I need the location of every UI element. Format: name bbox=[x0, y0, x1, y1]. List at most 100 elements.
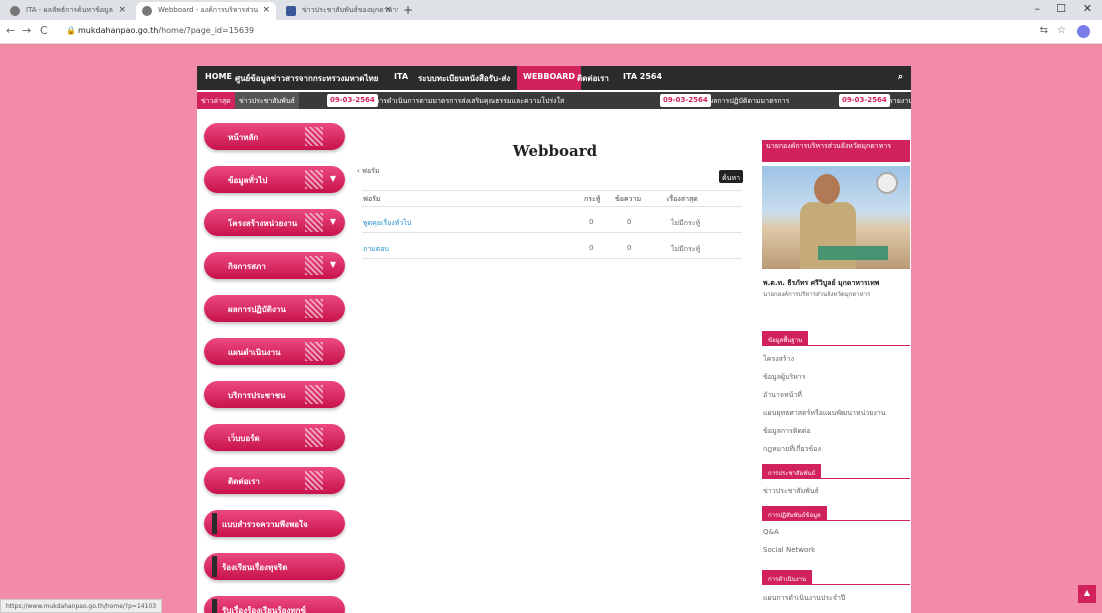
translate-icon[interactable]: ⇆ bbox=[1040, 25, 1048, 36]
minimize-button[interactable]: – bbox=[1035, 2, 1041, 15]
nav-moi-info[interactable]: ศูนย์ข้อมูลข่าวสารจากกระทรวงมหาดไทย bbox=[235, 72, 378, 85]
menu-complaint[interactable]: รับเรื่องร้องเรียนร้องทุกข์ bbox=[204, 596, 345, 613]
browser-tab-active[interactable]: Webboard - องค์การบริหารส่วน × bbox=[136, 2, 276, 20]
menu-plan[interactable]: แผนดำเนินงาน bbox=[204, 338, 345, 365]
profile-avatar[interactable] bbox=[1077, 25, 1090, 38]
post-count: 0 bbox=[627, 244, 632, 252]
post-count: 0 bbox=[627, 218, 632, 226]
close-icon[interactable]: × bbox=[262, 5, 270, 15]
close-icon[interactable]: × bbox=[118, 5, 126, 15]
pattern-icon bbox=[305, 299, 323, 318]
link-annual-plan[interactable]: แผนการดำเนินงานประจำปี bbox=[763, 593, 845, 604]
close-icon[interactable]: × bbox=[384, 5, 392, 15]
menu-corruption-complaint[interactable]: ร้องเรียนเรื่องทุจริต bbox=[204, 553, 345, 580]
link-authority[interactable]: อำนาจหน้าที่ bbox=[763, 390, 802, 401]
maximize-button[interactable]: ☐ bbox=[1056, 2, 1066, 15]
tab-title: ITA - ผลลัพธ์การค้นหาข้อมูล bbox=[26, 6, 113, 14]
nav-document-system[interactable]: ระบบทะเบียนหนังสือรับ-ส่ง bbox=[418, 72, 510, 85]
ticker-tag: ข่าวประชาสัมพันธ์ bbox=[235, 92, 299, 109]
mayor-photo bbox=[762, 166, 910, 269]
nav-contact[interactable]: ติดต่อเรา bbox=[577, 72, 609, 85]
menu-label: บริการประชาชน bbox=[228, 391, 286, 400]
forward-icon[interactable]: → bbox=[22, 24, 31, 37]
link-laws[interactable]: กฎหมายที่เกี่ยวข้อง bbox=[763, 444, 821, 455]
photo-caption-banner bbox=[818, 246, 888, 260]
section-basic-info: ข้อมูลพื้นฐาน bbox=[762, 331, 910, 346]
forum-link[interactable]: พูดคุยเรื่องทั่วไป bbox=[363, 218, 411, 229]
star-icon[interactable]: ☆ bbox=[1057, 25, 1066, 36]
browser-tab[interactable]: ITA - ผลลัพธ์การค้นหาข้อมูล × bbox=[4, 2, 132, 20]
divider bbox=[362, 206, 742, 207]
pattern-icon bbox=[305, 213, 323, 232]
col-latest: เรื่องล่าสุด bbox=[667, 195, 698, 203]
new-tab-button[interactable]: + bbox=[403, 3, 413, 17]
menu-council[interactable]: กิจการสภา ▼ bbox=[204, 252, 345, 279]
mayor-name: พ.ต.ท. ธีรภัทร ศรีวิบูลย์ มุกดาหารเทพ bbox=[763, 279, 880, 287]
menu-webboard[interactable]: เว็บบอร์ด bbox=[204, 424, 345, 451]
scroll-top-button[interactable]: ▲ bbox=[1078, 585, 1096, 603]
col-topics: กระทู้ bbox=[584, 195, 601, 203]
ticker-item[interactable]: รายงาน bbox=[889, 96, 911, 107]
forum-link[interactable]: ถามตอบ bbox=[363, 244, 389, 255]
divider bbox=[362, 190, 742, 191]
section-pr: การประชาสัมพันธ์ bbox=[762, 464, 910, 479]
menu-public-service[interactable]: บริการประชาชน bbox=[204, 381, 345, 408]
link-structure[interactable]: โครงสร้าง bbox=[763, 354, 794, 365]
nav-webboard[interactable]: WEBBOARD bbox=[517, 66, 582, 90]
chevron-down-icon: ▼ bbox=[329, 174, 336, 183]
link-qa[interactable]: Q&A bbox=[763, 528, 779, 536]
address-bar: ← → C 🔒 mukdahanpao.go.th/home/?page_id=… bbox=[0, 20, 1102, 44]
pattern-icon bbox=[305, 170, 323, 189]
back-icon[interactable]: ← bbox=[6, 24, 15, 37]
menu-contact[interactable]: ติดต่อเรา bbox=[204, 467, 345, 494]
reload-icon[interactable]: C bbox=[40, 24, 48, 37]
close-window-button[interactable]: ✕ bbox=[1083, 2, 1092, 15]
ticker-tag: ข่าวล่าสุด bbox=[197, 92, 235, 109]
nav-ita-2564[interactable]: ITA 2564 bbox=[623, 72, 662, 81]
pattern-icon bbox=[305, 385, 323, 404]
pattern-icon bbox=[305, 342, 323, 361]
menu-label: แบบสำรวจความพึงพอใจ bbox=[222, 520, 308, 529]
mayor-header: นายกองค์การบริหารส่วนจังหวัดมุกดาหาร bbox=[762, 140, 910, 162]
tab-title: Webboard - องค์การบริหารส่วน bbox=[158, 6, 259, 14]
menu-satisfaction-survey[interactable]: แบบสำรวจความพึงพอใจ bbox=[204, 510, 345, 537]
section-operations: การดำเนินงาน bbox=[762, 570, 910, 585]
browser-tab-bar: ITA - ผลลัพธ์การค้นหาข้อมูล × Webboard -… bbox=[0, 0, 1102, 20]
col-posts: ข้อความ bbox=[615, 195, 642, 203]
menu-general-info[interactable]: ข้อมูลทั่วไป ▼ bbox=[204, 166, 345, 193]
browser-tab[interactable]: ข่าวประชาสัมพันธ์ของมุกดาหาร × bbox=[280, 2, 398, 20]
status-url: https://www.mukdahanpao.go.th/home/?p=14… bbox=[0, 599, 163, 613]
topic-count: 0 bbox=[589, 218, 594, 226]
person-head bbox=[814, 174, 840, 204]
menu-label: แผนดำเนินงาน bbox=[228, 348, 281, 357]
section-title: การดำเนินงาน bbox=[762, 570, 813, 585]
ticker-item[interactable]: ผลการปฏิบัติตามมาตรการ bbox=[709, 96, 789, 107]
link-contact-info[interactable]: ข้อมูลการติดต่อ bbox=[763, 426, 811, 437]
news-ticker: ข่าวล่าสุด ข่าวประชาสัมพันธ์ 09-03-2564 … bbox=[197, 92, 911, 109]
link-strategy[interactable]: แผนยุทธศาสตร์หรือแผนพัฒนาหน่วยงาน bbox=[763, 408, 886, 419]
link-executives[interactable]: ข้อมูลผู้บริหาร bbox=[763, 372, 806, 383]
url-field[interactable]: mukdahanpao.go.th/home/?page_id=15639 bbox=[78, 26, 254, 35]
latest-topic: ไม่มีกระทู้ bbox=[671, 219, 701, 227]
search-icon[interactable]: ⌕ bbox=[898, 72, 903, 82]
ticker-date: 09-03-2564 bbox=[327, 94, 378, 107]
nav-ita[interactable]: ITA bbox=[394, 72, 408, 81]
ticker-item[interactable]: การดำเนินการตามมาตรการส่งเสริมคุณธรรมและ… bbox=[375, 96, 655, 107]
page-background: HOME ศูนย์ข้อมูลข่าวสารจากกระทรวงมหาดไทย… bbox=[0, 44, 1102, 613]
link-social[interactable]: Social Network bbox=[763, 546, 815, 554]
search-button[interactable]: ค้นหา bbox=[719, 170, 743, 183]
link-pr-news[interactable]: ข่าวประชาสัมพันธ์ bbox=[763, 486, 819, 497]
divider bbox=[362, 232, 742, 233]
menu-performance[interactable]: ผลการปฏิบัติงาน bbox=[204, 295, 345, 322]
globe-icon bbox=[10, 6, 20, 16]
nav-home[interactable]: HOME bbox=[205, 72, 232, 81]
menu-structure[interactable]: โครงสร้างหน่วยงาน ▼ bbox=[204, 209, 345, 236]
breadcrumb[interactable]: ‹ ฟอรัม bbox=[357, 166, 380, 177]
menu-label: หน้าหลัก bbox=[228, 133, 259, 142]
col-forum: ฟอรัม bbox=[363, 195, 381, 203]
topic-count: 0 bbox=[589, 244, 594, 252]
menu-home[interactable]: หน้าหลัก bbox=[204, 123, 345, 150]
pattern-icon bbox=[305, 256, 323, 275]
bookmark-icon bbox=[212, 599, 217, 613]
ticker-date: 09-03-2564 bbox=[660, 94, 711, 107]
